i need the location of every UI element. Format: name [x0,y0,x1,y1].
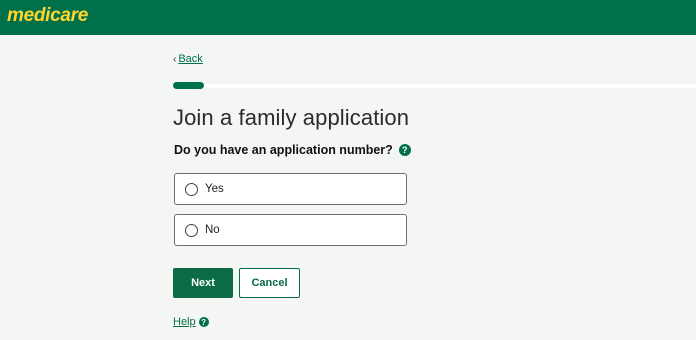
next-button[interactable]: Next [173,268,233,298]
option-no[interactable]: No [174,214,407,246]
progress-bar-fill [173,82,204,89]
help-link-label[interactable]: Help [173,316,196,328]
help-link[interactable]: Help ? [173,316,209,328]
radio-no[interactable] [185,223,198,237]
site-header: medicare [0,0,696,35]
help-question-icon[interactable]: ? [398,144,411,156]
option-yes-label: Yes [205,183,224,195]
radio-yes[interactable] [185,182,198,196]
cancel-button[interactable]: Cancel [239,268,300,298]
back-link[interactable]: ‹ Back [173,53,203,65]
back-link-label[interactable]: Back [178,53,202,65]
page-title: Join a family application [173,105,410,130]
progress-track [173,84,696,88]
chevron-left-icon: ‹ [173,53,177,65]
option-yes[interactable]: Yes [174,173,407,205]
question-label: Do you have an application number? [174,143,393,157]
medicare-logo[interactable]: medicare [7,5,88,27]
help-icon: ? [198,317,209,327]
option-no-label: No [205,224,220,236]
question-row: Do you have an application number? ? [174,143,411,157]
